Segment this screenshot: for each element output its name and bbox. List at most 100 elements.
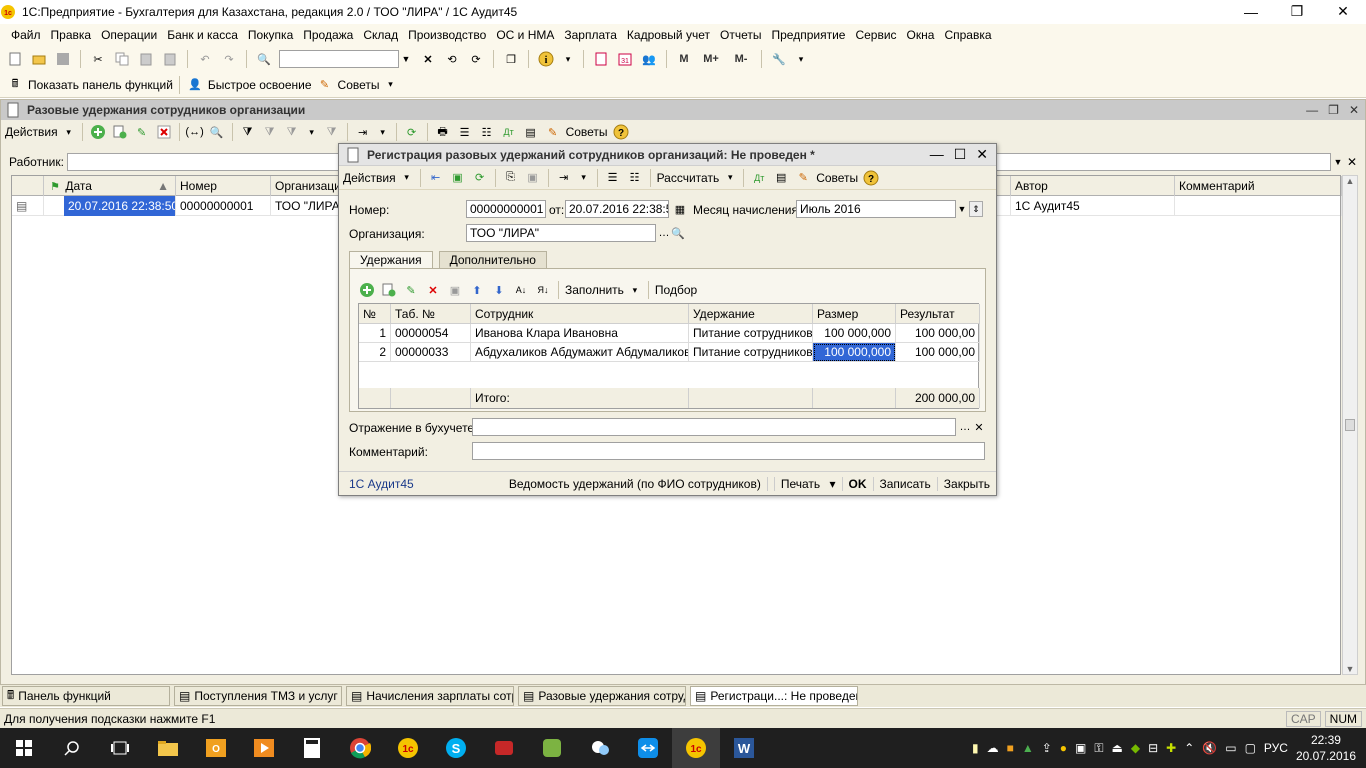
col-num[interactable]: № [359, 304, 391, 324]
copy-doc-icon[interactable]: ⎘ [502, 169, 520, 187]
dialog-dt-kt-icon[interactable]: Дт [750, 169, 768, 187]
interval-icon[interactable]: (↔) [185, 123, 203, 141]
windows-icon[interactable]: ❐ [502, 50, 520, 68]
maximize-button[interactable]: ❐ [1274, 0, 1320, 23]
tray-lock-icon[interactable]: ⚿ [1094, 741, 1103, 756]
row2-result[interactable]: 100 000,00 [896, 343, 980, 362]
actions-dropdown-icon[interactable]: ▾ [62, 124, 76, 140]
col-result[interactable]: Результат [896, 304, 980, 324]
tray-office-icon[interactable]: ■ [1007, 741, 1014, 755]
find-icon[interactable]: 🔍 [208, 123, 226, 141]
row1-tab[interactable]: 00000054 [391, 324, 471, 343]
row2-employee[interactable]: Абдуxаликов Абдумажит Абдумаликович [471, 343, 689, 362]
row-add-icon[interactable] [358, 281, 376, 299]
fill-button[interactable]: Заполнить [565, 283, 624, 297]
dialog-structure-icon[interactable]: ☰ [604, 169, 622, 187]
col-size[interactable]: Размер [813, 304, 896, 324]
grid-col-number[interactable]: Номер [176, 176, 271, 196]
users-icon[interactable]: 👥 [640, 50, 658, 68]
row-author[interactable]: 1С Аудит45 [1011, 196, 1175, 216]
delete-icon[interactable] [155, 123, 173, 141]
menu-hr[interactable]: Кадровый учет [622, 28, 715, 42]
app-red-icon[interactable] [480, 728, 528, 768]
dialog-go-icon[interactable]: ⇥ [555, 169, 573, 187]
clear-search-icon[interactable]: ✕ [419, 50, 437, 68]
close-button[interactable]: ✕ [1320, 0, 1366, 23]
save-button[interactable]: Записать [872, 476, 937, 491]
row-copy-icon[interactable] [380, 281, 398, 299]
list-tips-button[interactable]: Советы [566, 125, 608, 139]
row-comment[interactable] [1175, 196, 1342, 216]
info-icon[interactable]: i [537, 50, 555, 68]
tray-volume-icon[interactable]: 🔇 [1202, 741, 1217, 755]
menu-windows[interactable]: Окна [902, 28, 940, 42]
row2-num[interactable]: 2 [359, 343, 391, 362]
media-player-icon[interactable] [240, 728, 288, 768]
col-deduction[interactable]: Удержание [689, 304, 813, 324]
go-dropdown-icon[interactable]: ▾ [376, 124, 390, 140]
go-icon[interactable]: ⇥ [354, 123, 372, 141]
row-number[interactable]: 00000000001 [176, 196, 271, 216]
tab-additional[interactable]: Дополнительно [438, 251, 547, 269]
tray-plus-icon[interactable]: ✚ [1166, 741, 1176, 755]
tips-dropdown-icon[interactable]: ▾ [384, 77, 398, 93]
file-explorer-icon[interactable] [144, 728, 192, 768]
menu-operations[interactable]: Операции [96, 28, 162, 42]
outlook-icon[interactable]: O [192, 728, 240, 768]
chrome-icon[interactable] [336, 728, 384, 768]
sort-asc-rows-icon[interactable]: A↓ [512, 281, 530, 299]
tips-button[interactable]: Советы [338, 78, 380, 92]
row1-employee[interactable]: Иванова Клара Ивановна [471, 324, 689, 343]
date-field[interactable]: 20.07.2016 22:38:50 [565, 200, 669, 218]
dialog-go-dropdown-icon[interactable]: ▾ [577, 170, 591, 186]
reread-icon[interactable]: ⟳ [471, 169, 489, 187]
menu-help[interactable]: Справка [939, 28, 996, 42]
print-button[interactable]: Печать ▾ [766, 476, 842, 491]
employee-filter-clear-icon[interactable]: ✕ [1345, 154, 1359, 170]
dialog-minimize-button[interactable]: — [930, 146, 944, 163]
menu-service[interactable]: Сервис [850, 28, 901, 42]
dialog-maximize-button[interactable]: ☐ [954, 146, 967, 163]
help-icon[interactable]: ? [612, 123, 630, 141]
clear-filter-icon[interactable]: ⧩ [323, 123, 341, 141]
copy-icon[interactable] [113, 50, 131, 68]
row1-num[interactable]: 1 [359, 324, 391, 343]
dialog-list-icon[interactable]: ☷ [626, 169, 644, 187]
month-dropdown-icon[interactable]: ▼ [955, 201, 969, 217]
memory-plus-button[interactable]: M+ [699, 50, 723, 68]
menu-edit[interactable]: Правка [46, 28, 97, 42]
sort-desc-rows-icon[interactable]: Я↓ [534, 281, 552, 299]
info-dropdown-icon[interactable]: ▾ [561, 51, 575, 67]
calculator-app-icon[interactable] [288, 728, 336, 768]
print-icon[interactable]: 🖶 [434, 123, 452, 141]
row1-result[interactable]: 100 000,00 [896, 324, 980, 343]
grid-col-comment[interactable]: Комментарий [1175, 176, 1342, 196]
tray-usb-icon[interactable]: ⏏ [1112, 741, 1123, 755]
author-link[interactable]: 1С Аудит45 [349, 477, 414, 491]
row-edit-icon[interactable]: ✎ [402, 281, 420, 299]
row2-deduction[interactable]: Питание сотрудников [689, 343, 813, 362]
tray-drive-icon[interactable]: ▲ [1022, 741, 1034, 755]
tray-image-icon[interactable]: ▣ [1075, 741, 1086, 755]
row-date[interactable]: 20.07.2016 22:38:50 [64, 196, 176, 216]
close-dialog-button[interactable]: Закрыть [936, 476, 996, 491]
search-dropdown-icon[interactable]: ▼ [399, 51, 413, 67]
menu-purchase[interactable]: Покупка [243, 28, 298, 42]
1c-active-app-icon[interactable]: 1c [672, 728, 720, 768]
filter-dropdown-icon[interactable]: ▾ [305, 124, 319, 140]
accounting-field[interactable] [472, 418, 956, 436]
dialog-tips-button[interactable]: Советы [816, 171, 858, 185]
employee-filter-dropdown-icon[interactable]: ▼ [1331, 154, 1345, 170]
dialog-help-icon[interactable]: ? [862, 169, 880, 187]
move-down-icon[interactable]: ⬇ [490, 281, 508, 299]
taskbar-search-icon[interactable] [48, 728, 96, 768]
menu-warehouse[interactable]: Склад [358, 28, 403, 42]
row1-deduction[interactable]: Питание сотрудников [689, 324, 813, 343]
tray-message-icon[interactable]: ▢ [1245, 741, 1256, 755]
tray-layout-icon[interactable]: ⊟ [1148, 741, 1158, 755]
calendar-picker-icon[interactable]: ▦ [671, 200, 689, 218]
grid-col-date[interactable]: ⚑ Дата ▲ [44, 176, 176, 196]
add-icon[interactable] [89, 123, 107, 141]
filter-icon[interactable]: ⧩ [239, 123, 257, 141]
menu-production[interactable]: Производство [403, 28, 491, 42]
